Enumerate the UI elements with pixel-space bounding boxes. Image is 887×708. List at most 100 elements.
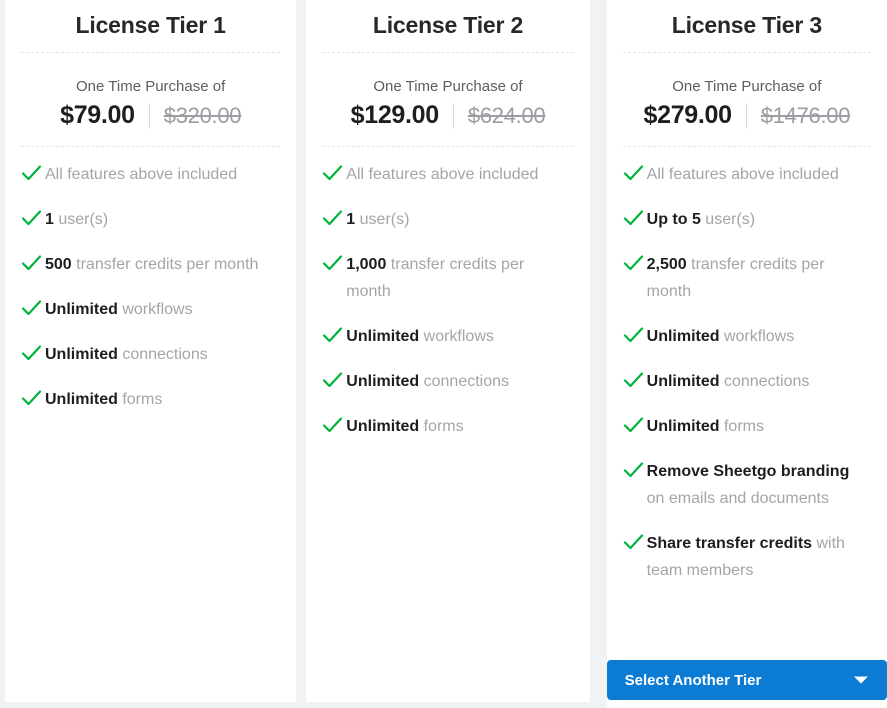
feature-text: Unlimited forms bbox=[346, 418, 464, 435]
list-item: Unlimited workflows bbox=[19, 296, 282, 323]
check-icon bbox=[623, 462, 643, 478]
check-icon bbox=[21, 210, 42, 226]
feature-highlight: Unlimited bbox=[646, 328, 720, 345]
list-item: 500 transfer credits per month bbox=[19, 251, 282, 278]
list-item: Unlimited connections bbox=[19, 341, 282, 368]
list-item: Share transfer credits with team members bbox=[621, 530, 873, 584]
price-current: $279.00 bbox=[643, 101, 732, 129]
feature-text: Unlimited workflows bbox=[45, 301, 193, 318]
check-icon bbox=[323, 372, 343, 388]
price-current: $79.00 bbox=[60, 101, 135, 129]
chevron-down-icon bbox=[854, 676, 868, 684]
feature-highlight: 2,500 bbox=[646, 256, 687, 273]
feature-highlight: Up to 5 bbox=[646, 211, 701, 228]
pricing-card-tier-2: License Tier 2 One Time Purchase of $129… bbox=[306, 0, 590, 702]
list-item: Unlimited connections bbox=[320, 368, 575, 395]
feature-text: Unlimited forms bbox=[646, 418, 764, 435]
feature-highlight: Unlimited bbox=[346, 373, 420, 390]
check-icon bbox=[21, 165, 42, 181]
check-icon bbox=[623, 165, 643, 181]
feature-text: Up to 5 user(s) bbox=[646, 211, 756, 228]
feature-text: Unlimited connections bbox=[346, 373, 510, 390]
feature-highlight: 500 bbox=[45, 256, 72, 273]
price-row: $79.00 $320.00 bbox=[5, 101, 296, 130]
check-icon bbox=[21, 300, 42, 316]
price-row: $129.00 $624.00 bbox=[306, 101, 589, 130]
check-icon bbox=[323, 417, 343, 433]
feature-highlight: Unlimited bbox=[646, 418, 720, 435]
feature-highlight: Unlimited bbox=[45, 346, 118, 363]
feature-highlight: 1,000 bbox=[346, 256, 387, 273]
feature-highlight: 1 bbox=[346, 211, 356, 228]
feature-highlight: Unlimited bbox=[646, 373, 720, 390]
feature-highlight: Unlimited bbox=[45, 391, 118, 408]
check-icon bbox=[623, 372, 643, 388]
feature-text: Unlimited forms bbox=[45, 391, 163, 408]
feature-text: Remove Sheetgo branding on emails and do… bbox=[646, 463, 850, 507]
list-item: 1,000 transfer credits per month bbox=[320, 251, 575, 305]
feature-highlight: Unlimited bbox=[346, 328, 420, 345]
feature-text: Unlimited workflows bbox=[346, 328, 494, 345]
price-caption: One Time Purchase of bbox=[672, 78, 822, 95]
price-block: One Time Purchase of $79.00 $320.00 bbox=[5, 53, 296, 146]
list-item: Unlimited connections bbox=[621, 368, 873, 395]
list-item: Unlimited forms bbox=[320, 413, 575, 440]
feature-text: 1 user(s) bbox=[45, 211, 109, 228]
feature-text: Unlimited workflows bbox=[646, 328, 795, 345]
page-title: License Tier 2 bbox=[372, 12, 524, 38]
list-item: Up to 5 user(s) bbox=[621, 206, 873, 233]
list-item: Remove Sheetgo branding on emails and do… bbox=[621, 458, 873, 512]
list-item: Unlimited forms bbox=[621, 413, 873, 440]
feature-text: 2,500 transfer credits per month bbox=[646, 256, 825, 300]
pricing-card-tier-3: License Tier 3 One Time Purchase of $279… bbox=[606, 0, 887, 708]
list-item: All features above included bbox=[19, 161, 282, 188]
check-icon bbox=[21, 345, 42, 361]
feature-text: 1 user(s) bbox=[346, 211, 410, 228]
price-caption: One Time Purchase of bbox=[76, 78, 226, 95]
feature-text: Unlimited connections bbox=[646, 373, 810, 390]
check-icon bbox=[323, 165, 343, 181]
list-item: 1 user(s) bbox=[320, 206, 575, 233]
page-title: License Tier 3 bbox=[671, 12, 822, 38]
list-item: 1 user(s) bbox=[19, 206, 282, 233]
price-caption: One Time Purchase of bbox=[373, 78, 523, 95]
feature-text: Share transfer credits with team members bbox=[646, 535, 845, 579]
check-icon bbox=[323, 210, 343, 226]
feature-text: All features above included bbox=[45, 166, 238, 183]
feature-text: Unlimited connections bbox=[45, 346, 208, 363]
select-another-tier-button[interactable]: Select Another Tier bbox=[606, 660, 887, 700]
feature-highlight: 1 bbox=[45, 211, 54, 228]
feature-text: 1,000 transfer credits per month bbox=[346, 256, 525, 300]
list-item: Unlimited workflows bbox=[320, 323, 575, 350]
feature-text: 500 transfer credits per month bbox=[45, 256, 259, 273]
feature-list: All features above included 1 user(s) 500 … bbox=[5, 147, 296, 413]
feature-list: All features above included Up to 5 user(… bbox=[607, 147, 887, 584]
list-item: Unlimited forms bbox=[19, 386, 282, 413]
list-item: All features above included bbox=[320, 161, 575, 188]
pricing-card-tier-1: License Tier 1 One Time Purchase of $79.… bbox=[5, 0, 297, 702]
check-icon bbox=[21, 255, 42, 271]
select-another-tier-label: Select Another Tier bbox=[624, 671, 762, 689]
check-icon bbox=[623, 327, 643, 343]
check-icon bbox=[21, 390, 42, 406]
list-item: 2,500 transfer credits per month bbox=[621, 251, 873, 305]
price-block: One Time Purchase of $279.00 $1476.00 bbox=[607, 53, 887, 146]
price-original: $624.00 bbox=[467, 102, 546, 128]
select-tier-button-wrap: Select Another Tier bbox=[606, 660, 887, 700]
feature-highlight: Unlimited bbox=[45, 301, 118, 318]
feature-list: All features above included 1 user(s) 1,00… bbox=[306, 147, 589, 440]
price-block: One Time Purchase of $129.00 $624.00 bbox=[306, 53, 589, 146]
check-icon bbox=[623, 534, 643, 550]
check-icon bbox=[623, 255, 643, 271]
list-item: All features above included bbox=[621, 161, 873, 188]
page-title: License Tier 1 bbox=[75, 12, 226, 38]
price-current: $129.00 bbox=[350, 101, 440, 129]
check-icon bbox=[623, 417, 643, 433]
feature-text: All features above included bbox=[646, 166, 839, 183]
feature-highlight: Remove Sheetgo branding bbox=[646, 463, 850, 480]
feature-text: All features above included bbox=[346, 166, 539, 183]
price-original: $320.00 bbox=[163, 102, 242, 128]
pricing-tier-comparison: License Tier 1 One Time Purchase of $79.… bbox=[0, 0, 887, 708]
feature-highlight: Unlimited bbox=[346, 418, 420, 435]
tier-header: License Tier 2 bbox=[306, 0, 589, 52]
